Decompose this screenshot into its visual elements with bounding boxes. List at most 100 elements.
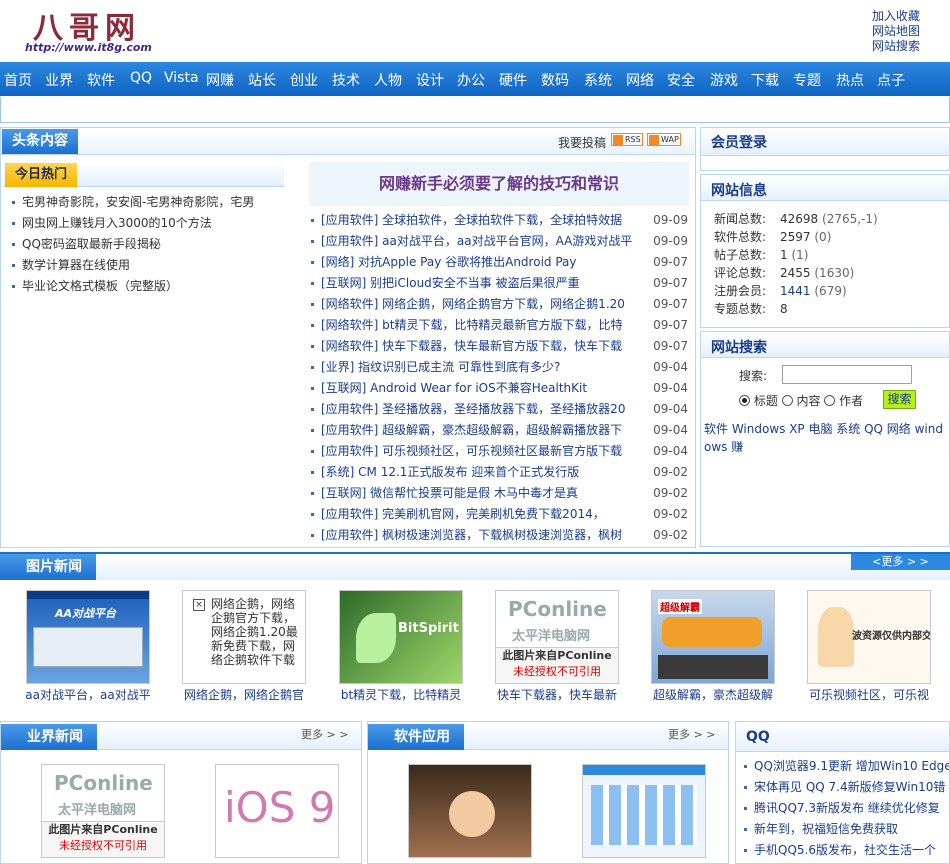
- nav-item-digital[interactable]: 数码: [541, 70, 569, 90]
- list-item[interactable]: [应用软件] 完美刷机官网，完美刷机免费下载2014， 09-02: [311, 504, 688, 525]
- nav-item-software[interactable]: 软件: [87, 70, 115, 90]
- software-thumb-2[interactable]: [582, 764, 706, 858]
- nav-item-security[interactable]: 安全: [667, 70, 695, 90]
- photo-thumb-cola[interactable]: 波资源仅供内部交流: [807, 590, 931, 684]
- headlines-tab[interactable]: 头条内容: [2, 129, 78, 154]
- stat-row: 注册会员: 1441 (679): [714, 284, 847, 298]
- nav-item-home[interactable]: 首页: [4, 70, 32, 90]
- photo-caption[interactable]: 网络企鹅，网络企鹅官: [176, 686, 312, 703]
- nav-item-startup[interactable]: 创业: [290, 70, 318, 90]
- list-item[interactable]: [网络软件] bt精灵下载，比特精灵最新官方版下载，比特 09-07: [311, 315, 688, 336]
- list-item[interactable]: 宅男神奇影院，安安阁-宅男神奇影院，宅男: [12, 192, 277, 213]
- wap-icon[interactable]: WAP: [647, 133, 681, 146]
- search-tags[interactable]: 软件 Windows XP 电脑 系统 QQ 网络 windows 赚: [704, 420, 944, 456]
- list-item[interactable]: 腾讯QQ7.3新版发布 继续优化修复: [744, 798, 949, 819]
- list-item[interactable]: [应用软件] 超级解霸，豪杰超级解霸，超级解霸播放器下 09-04: [311, 420, 688, 441]
- nav-item-design[interactable]: 设计: [416, 70, 444, 90]
- nav-item-webmaster[interactable]: 站长: [248, 70, 276, 90]
- list-item[interactable]: 网虫网上赚钱月入3000的10个方法: [12, 213, 277, 234]
- photo-thumb-aa[interactable]: AA对战平台: [26, 590, 150, 684]
- site-search-link[interactable]: 网站搜索: [872, 39, 950, 54]
- search-button[interactable]: 搜索: [883, 390, 916, 409]
- site-logo[interactable]: 八哥网 http://www.it8g.com: [5, 3, 160, 59]
- sitemap-link[interactable]: 网站地图: [872, 24, 950, 39]
- photo-thumb-penguin[interactable]: × 网络企鹅，网络企鹅官方下载，网络企鹅1.20最新免费下载，网络企鹅软件下载: [182, 590, 306, 684]
- industry-news-more[interactable]: 更多 > >: [301, 726, 348, 742]
- list-item[interactable]: [互联网] 微信帮忙投票可能是假 木马中毒才是真 09-02: [311, 483, 688, 504]
- list-item[interactable]: [互联网] 别把iCloud安全不当事 被盗后果很严重 09-07: [311, 273, 688, 294]
- photo-caption[interactable]: 快车下载器，快车最新: [489, 686, 625, 703]
- list-item[interactable]: [应用软件] aa对战平台，aa对战平台官网，AA游戏对战平 09-09: [311, 231, 688, 252]
- list-item[interactable]: 毕业论文格式模板（完整版）: [12, 276, 277, 297]
- list-item[interactable]: 手机QQ5.6版发布，社交生活一个: [744, 840, 949, 861]
- photo-caption[interactable]: 超级解霸，豪杰超级解: [645, 686, 781, 703]
- list-item[interactable]: [应用软件] 圣经播放器，圣经播放器下载，圣经播放器20 09-04: [311, 399, 688, 420]
- search-input[interactable]: [782, 365, 912, 384]
- radio-content[interactable]: [781, 395, 793, 406]
- software-apps-panel: 软件应用 更多 > >: [367, 721, 729, 864]
- list-item[interactable]: 宋体再见 QQ 7.4新版修复Win10错: [744, 777, 949, 798]
- list-item[interactable]: 数学计算器在线使用: [12, 255, 277, 276]
- logo-url: http://www.it8g.com: [25, 41, 152, 54]
- stat-row: 帖子总数: 1 (1): [714, 248, 809, 262]
- nav-item-people[interactable]: 人物: [374, 70, 402, 90]
- nav-item-tech[interactable]: 技术: [332, 70, 360, 90]
- list-item[interactable]: [应用软件] 全球拍软件，全球拍软件下载，全球拍特效据 09-09: [311, 210, 688, 231]
- photo-caption[interactable]: bt精灵下载，比特精灵: [333, 686, 469, 703]
- software-apps-more[interactable]: 更多 > >: [668, 726, 715, 742]
- radio-author[interactable]: [824, 395, 836, 406]
- nav-item-office[interactable]: 办公: [457, 70, 485, 90]
- search-scope-options: 标题 内容 作者: [739, 392, 863, 409]
- nav-item-industry[interactable]: 业界: [45, 70, 73, 90]
- photo-news-more[interactable]: <更多 > >: [851, 554, 950, 570]
- photo-news-tab[interactable]: 图片新闻: [0, 554, 96, 580]
- nav-item-network[interactable]: 网络: [626, 70, 654, 90]
- industry-thumb-pconline[interactable]: PConline 太平洋电脑网 此图片来自PConline 未经授权不可引用: [41, 764, 165, 858]
- nav-item-hardware[interactable]: 硬件: [499, 70, 527, 90]
- list-item[interactable]: [互联网] Android Wear for iOS不兼容HealthKit 09…: [311, 378, 688, 399]
- photo-thumb-bitspirit[interactable]: BitSpirit: [339, 590, 463, 684]
- photo-thumb-jieba[interactable]: 超级解霸: [651, 590, 775, 684]
- site-info-title: 网站信息: [711, 183, 767, 199]
- site-info-panel: 网站信息 新闻总数: 42698 (2765,-1) 软件总数: 2597 (0) …: [700, 174, 950, 328]
- nav-item-topics[interactable]: 专题: [793, 70, 821, 90]
- stat-row: 新闻总数: 42698 (2765,-1): [714, 212, 878, 226]
- software-apps-tab[interactable]: 软件应用: [368, 724, 464, 750]
- photo-caption[interactable]: 可乐视频社区，可乐视: [801, 686, 937, 703]
- nav-item-download[interactable]: 下载: [751, 70, 779, 90]
- radio-author-label: 作者: [839, 394, 864, 408]
- industry-news-tab[interactable]: 业界新闻: [1, 724, 97, 750]
- today-hot-tab[interactable]: 今日热门: [5, 163, 78, 187]
- nav-item-qq[interactable]: QQ: [130, 70, 152, 86]
- feature-headline[interactable]: 网赚新手必须要了解的技巧和常识: [309, 162, 689, 206]
- list-item[interactable]: [应用软件] 可乐视频社区，可乐视频社区最新官方版下载 09-04: [311, 441, 688, 462]
- submit-link[interactable]: 我要投稿: [558, 134, 606, 151]
- qq-title[interactable]: QQ: [746, 729, 770, 745]
- rss-icon[interactable]: RSS: [611, 133, 643, 146]
- member-login-panel: 会员登录: [700, 127, 950, 171]
- member-login-title[interactable]: 会员登录: [711, 132, 767, 152]
- photo-caption[interactable]: aa对战平台，aa对战平: [20, 686, 156, 703]
- industry-thumb-ios9[interactable]: iOS 9: [215, 764, 339, 858]
- list-item[interactable]: QQ密码盗取最新手段揭秘: [12, 234, 277, 255]
- nav-item-earn[interactable]: 网赚: [206, 70, 234, 90]
- list-item[interactable]: [业界] 指纹识别已成主流 可靠性到底有多少? 09-04: [311, 357, 688, 378]
- list-item[interactable]: 新年到，祝福短信免费获取: [744, 819, 949, 840]
- add-favorite-link[interactable]: 加入收藏: [872, 9, 950, 24]
- list-item[interactable]: QQ浏览器9.1更新 增加Win10 Edge: [744, 756, 949, 777]
- radio-title[interactable]: [739, 395, 750, 406]
- list-item[interactable]: [网络软件] 网络企鹅，网络企鹅官方下载，网络企鹅1.20 09-07: [311, 294, 688, 315]
- list-item[interactable]: [网络软件] 快车下载器，快车最新官方版下载，快车下载 09-07: [311, 336, 688, 357]
- photo-thumb-pconline[interactable]: PConline 太平洋电脑网 此图片来自PConline 未经授权不可引用: [495, 590, 619, 684]
- list-item[interactable]: [系统] CM 12.1正式版发布 迎来首个正式发行版 09-02: [311, 462, 688, 483]
- nav-item-ideas[interactable]: 点子: [877, 70, 905, 90]
- nav-item-hot[interactable]: 热点: [836, 70, 864, 90]
- search-label: 搜索:: [739, 369, 768, 383]
- stat-row: 软件总数: 2597 (0): [714, 230, 832, 244]
- list-item[interactable]: [网络] 对抗Apple Pay 谷歌将推出Android Pay 09-07: [311, 252, 688, 273]
- nav-item-system[interactable]: 系统: [584, 70, 612, 90]
- nav-item-vista[interactable]: Vista: [164, 70, 199, 86]
- nav-item-games[interactable]: 游戏: [710, 70, 738, 90]
- list-item[interactable]: [应用软件] 枫树极速浏览器，下载枫树极速浏览器，枫树 09-02: [311, 525, 688, 546]
- software-thumb-1[interactable]: [408, 764, 532, 858]
